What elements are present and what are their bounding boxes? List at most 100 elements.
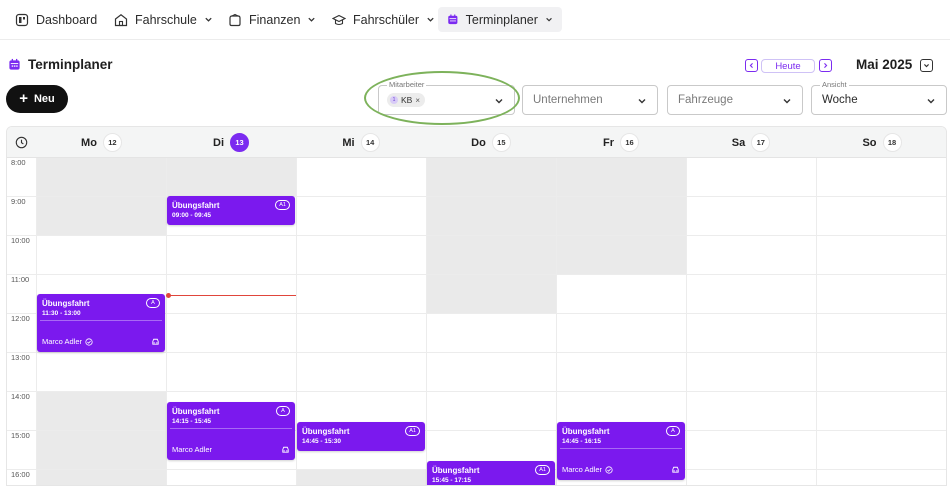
time-label: 16:00 xyxy=(11,470,30,479)
new-button-label: Neu xyxy=(33,93,55,105)
today-button[interactable]: Heute xyxy=(761,59,815,73)
day-number: 18 xyxy=(882,133,902,152)
hour-line xyxy=(7,352,946,353)
day-header-mo[interactable]: Mo 12 xyxy=(37,127,166,158)
day-name: Mi xyxy=(342,136,355,149)
appointment-card[interactable]: Übungsfahrt 11:30 - 13:00 A Marco Adler xyxy=(37,294,165,352)
mitarbeiter-label: Mitarbeiter xyxy=(387,80,427,90)
current-time-dot xyxy=(166,293,171,298)
chevron-left-icon xyxy=(749,63,753,68)
chevron-down-icon xyxy=(495,99,503,104)
day-header-fr[interactable]: Fr 16 xyxy=(556,127,686,158)
day-number: 17 xyxy=(751,133,771,152)
chevron-right-icon xyxy=(824,63,828,68)
calendar-grid[interactable]: 8:00 9:00 10:00 11:00 12:00 13:00 14:00 … xyxy=(7,158,946,485)
appointment-person: Marco Adler xyxy=(562,465,613,474)
current-time-line xyxy=(168,295,296,296)
column-line xyxy=(686,158,687,485)
ansicht-label: Ansicht xyxy=(820,80,849,90)
appointment-person: Marco Adler xyxy=(42,337,93,346)
month-label: Mai 2025 xyxy=(856,57,913,72)
calendar-icon xyxy=(9,58,20,70)
chevron-down-icon xyxy=(427,17,434,22)
time-label: 15:00 xyxy=(11,431,30,440)
chevron-down-icon xyxy=(927,99,935,104)
chip-label: KB xyxy=(401,95,413,105)
divider xyxy=(560,448,682,449)
column-line xyxy=(426,158,427,485)
column-line xyxy=(816,158,817,485)
time-label: 8:00 xyxy=(11,158,26,167)
unavailable-slot xyxy=(296,469,426,485)
next-week-button[interactable] xyxy=(819,59,832,72)
appointment-card[interactable]: Übungsfahrt 15:45 - 17:15 A1 xyxy=(427,461,555,485)
time-label: 13:00 xyxy=(11,353,30,362)
day-name: Di xyxy=(213,136,224,149)
day-header-mi[interactable]: Mi 14 xyxy=(296,127,426,158)
nav-fahrschueler[interactable]: Fahrschüler xyxy=(323,7,444,32)
page-title: Terminplaner xyxy=(8,57,113,72)
hour-line xyxy=(7,391,946,392)
nav-dashboard[interactable]: Dashboard xyxy=(6,7,106,32)
time-label: 10:00 xyxy=(11,236,30,245)
day-name: So xyxy=(862,136,877,149)
appointment-title: Übungsfahrt xyxy=(172,201,220,210)
nav-fahrschueler-label: Fahrschüler xyxy=(353,12,419,27)
nav-fahrschule-label: Fahrschule xyxy=(135,12,197,27)
nav-fahrschule[interactable]: Fahrschule xyxy=(105,7,222,32)
appointment-title: Übungsfahrt xyxy=(42,299,90,308)
ansicht-select[interactable]: Ansicht Woche xyxy=(811,80,947,115)
chip-remove-icon[interactable]: × xyxy=(415,96,420,105)
calendar-icon xyxy=(448,14,458,25)
top-navigation: Dashboard Fahrschule Finanzen Fahrschüle… xyxy=(0,0,950,40)
chevron-down-icon xyxy=(638,99,646,104)
new-appointment-button[interactable]: + Neu xyxy=(6,85,68,113)
time-label: 12:00 xyxy=(11,314,30,323)
day-header-sa[interactable]: Sa 17 xyxy=(686,127,816,158)
day-name: Sa xyxy=(731,136,746,149)
day-name: Fr xyxy=(603,136,614,149)
day-number: 12 xyxy=(102,133,122,152)
unternehmen-select[interactable]: Unternehmen xyxy=(522,85,658,115)
car-icon xyxy=(282,446,289,453)
day-header-do[interactable]: Do 15 xyxy=(426,127,556,158)
appointment-time: 11:30 - 13:00 xyxy=(42,310,81,317)
appointment-card[interactable]: Übungsfahrt 09:00 - 09:45 A1 xyxy=(167,196,295,225)
nav-terminplaner[interactable]: Terminplaner xyxy=(438,7,562,32)
school-icon xyxy=(114,13,128,26)
calendar-header: Mo 12 Di 13 Mi 14 Do 15 Fr 16 Sa 17 So 1… xyxy=(7,127,946,158)
previous-week-button[interactable] xyxy=(745,59,758,72)
appointment-card[interactable]: Übungsfahrt 14:15 - 15:45 A Marco Adler xyxy=(167,402,295,460)
hour-line xyxy=(7,430,946,431)
hour-line xyxy=(7,196,946,197)
month-picker-button[interactable] xyxy=(920,59,933,72)
page-title-text: Terminplaner xyxy=(28,57,113,72)
appointment-time: 09:00 - 09:45 xyxy=(172,212,212,219)
appointment-person: Marco Adler xyxy=(172,445,212,454)
check-circle-icon xyxy=(605,465,613,474)
day-header-di[interactable]: Di 13 xyxy=(166,127,296,158)
mitarbeiter-select[interactable]: Mitarbeiter 1 KB × xyxy=(378,80,515,115)
day-number-today: 13 xyxy=(230,133,249,152)
selected-employee-chip[interactable]: 1 KB × xyxy=(387,93,426,107)
appointment-card[interactable]: Übungsfahrt 14:45 - 15:30 A1 xyxy=(297,422,425,451)
nav-finanzen[interactable]: Finanzen xyxy=(219,7,325,32)
appointment-card[interactable]: Übungsfahrt 14:45 - 16:15 A Marco Adler xyxy=(557,422,685,480)
clock-icon xyxy=(15,136,28,149)
nav-finanzen-label: Finanzen xyxy=(249,12,301,27)
fahrzeuge-select[interactable]: Fahrzeuge xyxy=(667,85,803,115)
license-class-badge: A xyxy=(146,298,160,308)
car-icon xyxy=(152,338,159,345)
day-name: Do xyxy=(471,136,486,149)
wallet-icon xyxy=(229,13,241,26)
chevron-down-icon xyxy=(546,17,552,22)
chevron-down-icon xyxy=(205,17,212,22)
license-class-badge: A xyxy=(666,426,680,436)
appointment-time: 14:45 - 15:30 xyxy=(302,438,342,445)
divider xyxy=(40,320,162,321)
chevron-down-icon xyxy=(783,99,791,104)
appointment-time: 15:45 - 17:15 xyxy=(432,477,472,484)
day-header-so[interactable]: So 18 xyxy=(816,127,946,158)
time-label: 14:00 xyxy=(11,392,30,401)
day-number: 14 xyxy=(360,133,380,152)
